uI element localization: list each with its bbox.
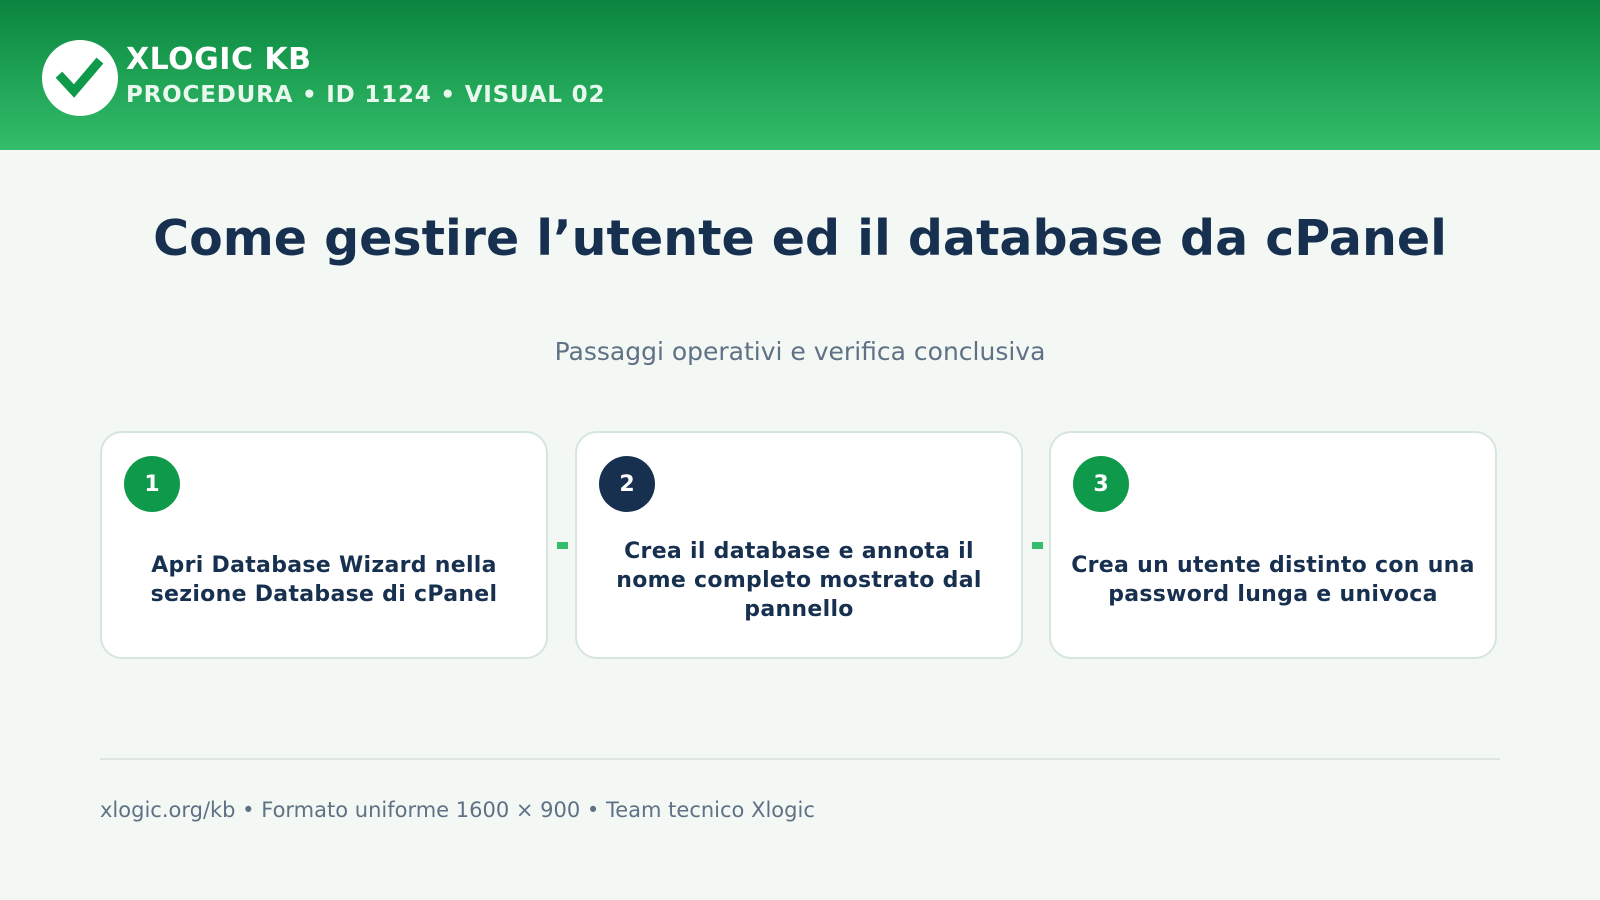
logo-badge (42, 40, 118, 116)
step-text-label: Crea un utente distinto con una password… (1071, 553, 1475, 607)
step-text-label: Crea il database e annota il nome comple… (616, 538, 982, 622)
step-number-badge: 1 (124, 456, 180, 512)
step-text: Apri Database Wizard nella sezione Datab… (122, 523, 526, 637)
check-icon (55, 57, 104, 98)
brand-subtitle: PROCEDURA • ID 1124 • VISUAL 02 (126, 82, 606, 108)
step-connector (557, 542, 568, 549)
step-connector (1032, 542, 1043, 549)
brand-name: XLOGIC KB (126, 42, 312, 77)
footer-text: xlogic.org/kb • Formato uniforme 1600 × … (100, 798, 815, 822)
step-text: Crea un utente distinto con una password… (1071, 523, 1475, 637)
page-title: Come gestire l’utente ed il database da … (153, 210, 1447, 267)
step-number-badge: 3 (1073, 456, 1129, 512)
page-subtitle: Passaggi operativi e verifica conclusiva (554, 337, 1046, 366)
step-text-label: Apri Database Wizard nella sezione Datab… (150, 553, 498, 607)
step-number-badge: 2 (599, 456, 655, 512)
step-card-1: 1 Apri Database Wizard nella sezione Dat… (100, 431, 548, 659)
step-card-2: 2 Crea il database e annota il nome comp… (575, 431, 1023, 659)
footer-divider (100, 758, 1500, 760)
header-banner: XLOGIC KB PROCEDURA • ID 1124 • VISUAL 0… (0, 0, 1600, 150)
step-card-3: 3 Crea un utente distinto con una passwo… (1049, 431, 1497, 659)
step-text: Crea il database e annota il nome comple… (597, 523, 1001, 637)
